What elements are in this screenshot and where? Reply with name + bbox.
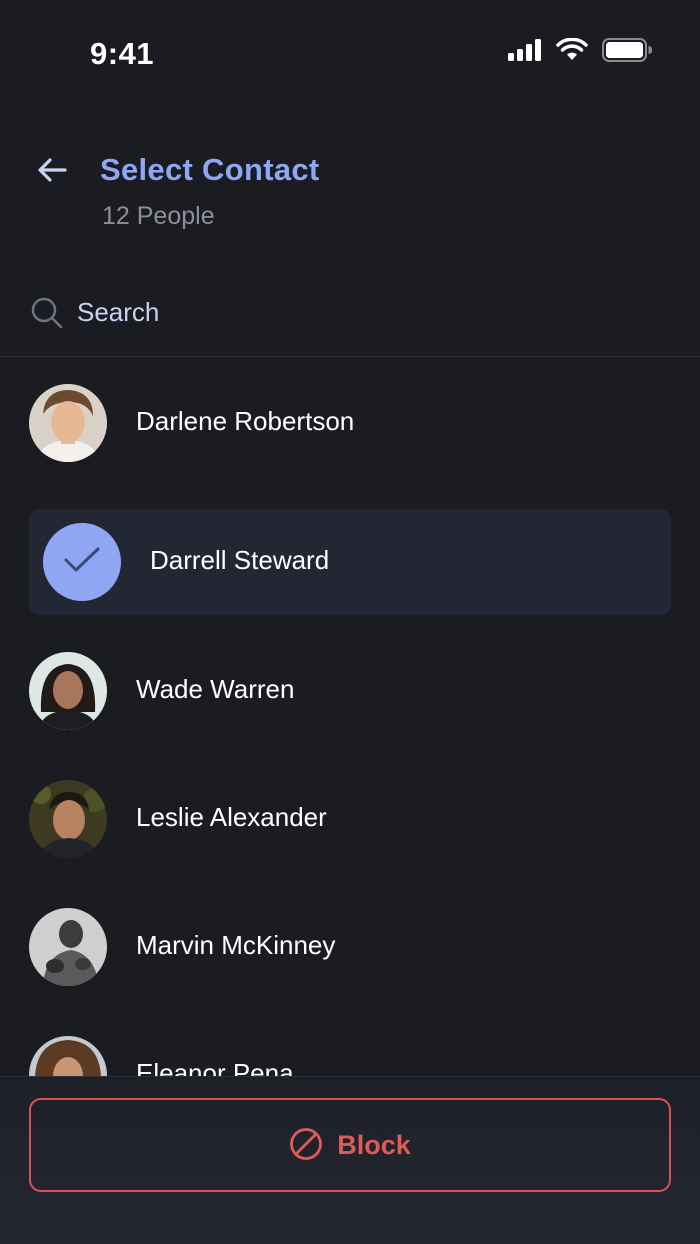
- block-button-label: Block: [337, 1129, 411, 1160]
- search-icon: [30, 296, 64, 330]
- contact-row[interactable]: Darlene Robertson: [29, 370, 671, 476]
- selected-indicator: [43, 523, 121, 601]
- avatar: [29, 908, 107, 986]
- battery-icon: [602, 38, 653, 67]
- contact-name: Wade Warren: [136, 674, 295, 704]
- search-input[interactable]: [77, 292, 637, 332]
- contact-list: Darlene Robertson Darrell Steward Wade W…: [0, 370, 700, 1076]
- contact-name: Darrell Steward: [150, 545, 330, 575]
- avatar: [29, 780, 107, 858]
- contact-row-selected[interactable]: Darrell Steward: [29, 509, 671, 615]
- people-count: 12 People: [102, 202, 215, 230]
- arrow-left-icon: [37, 157, 67, 188]
- status-icons: [508, 37, 653, 67]
- search-bar: [0, 280, 700, 357]
- contact-row[interactable]: Marvin McKinney: [29, 894, 671, 1000]
- avatar: [29, 384, 107, 462]
- contact-name: Marvin McKinney: [136, 930, 336, 960]
- header: Select Contact 12 People: [0, 130, 700, 250]
- back-button[interactable]: [34, 154, 70, 190]
- avatar: [29, 1036, 107, 1076]
- contact-row[interactable]: Leslie Alexander: [29, 766, 671, 872]
- wifi-icon: [556, 37, 588, 67]
- status-time: 9:41: [90, 36, 155, 71]
- avatar: [29, 652, 107, 730]
- page-title: Select Contact: [100, 152, 320, 187]
- checkmark-icon: [62, 545, 102, 580]
- contact-name: Eleanor Pena: [136, 1058, 294, 1076]
- contact-name: Leslie Alexander: [136, 802, 327, 832]
- bottom-action-bar: Block: [0, 1076, 700, 1244]
- contact-row[interactable]: Eleanor Pena: [29, 1022, 671, 1076]
- signal-icon: [508, 39, 542, 66]
- block-icon: [289, 1127, 323, 1164]
- block-button[interactable]: Block: [29, 1098, 671, 1192]
- contact-name: Darlene Robertson: [136, 406, 355, 436]
- contact-row[interactable]: Wade Warren: [29, 638, 671, 744]
- status-bar: 9:41: [0, 0, 700, 110]
